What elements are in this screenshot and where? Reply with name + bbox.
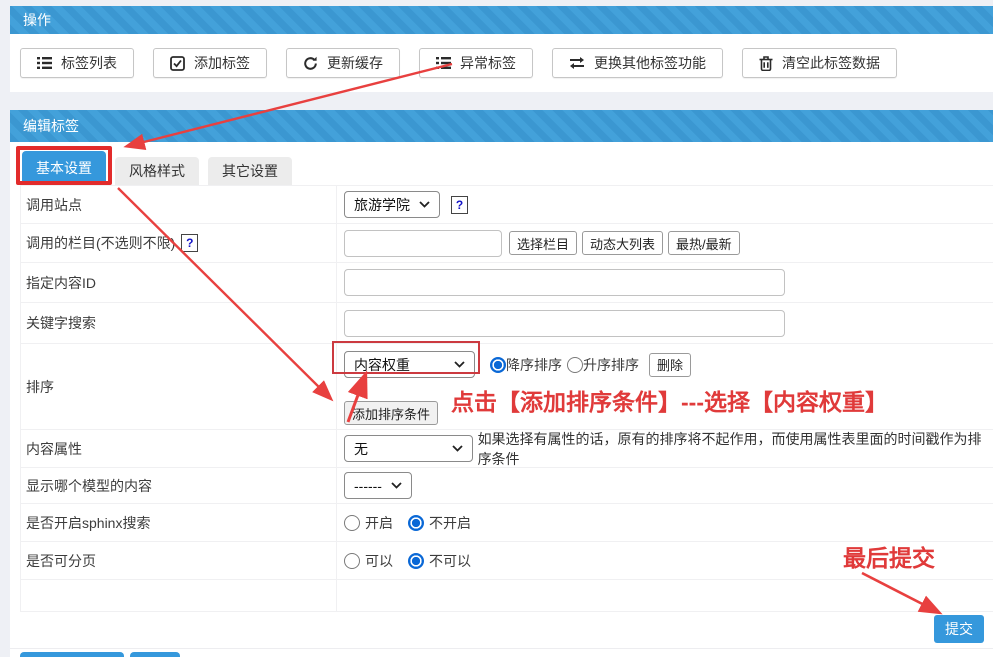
- sphinx-label: 是否开启sphinx搜索: [26, 513, 150, 533]
- refresh-cache-button[interactable]: 更新缓存: [286, 48, 400, 78]
- submit-button[interactable]: 提交: [934, 615, 984, 643]
- add-sort-condition-button[interactable]: 添加排序条件: [344, 401, 438, 425]
- clear-tag-data-button[interactable]: 清空此标签数据: [742, 48, 897, 78]
- sort-asc-label: 升序排序: [583, 355, 639, 375]
- tag-list-button[interactable]: 标签列表: [20, 48, 134, 78]
- row-content-id: 指定内容ID: [21, 263, 993, 303]
- attribute-select-value: 无: [354, 439, 368, 459]
- abnormal-tags-button[interactable]: 异常标签: [419, 48, 533, 78]
- row-model: 显示哪个模型的内容 ------: [21, 468, 993, 504]
- operation-toolbar: 标签列表 添加标签 更新缓存 异常标签 更换其他标签功能 清空此标签数据: [10, 34, 993, 92]
- site-select-value: 旅游学院: [354, 195, 410, 215]
- row-empty: [21, 580, 993, 612]
- chevron-down-icon: [391, 482, 402, 489]
- operation-panel-header: 操作: [10, 6, 993, 34]
- row-attribute: 内容属性 无 如果选择有属性的话，原有的排序将不起作用，而使用属性表里面的时间戳…: [21, 430, 993, 468]
- add-sort-condition-label: 添加排序条件: [352, 404, 430, 423]
- row-paging: 是否可分页 可以 不可以: [21, 542, 993, 580]
- paging-yes-label: 可以: [365, 551, 393, 571]
- select-category-label: 选择栏目: [517, 234, 569, 253]
- model-select[interactable]: ------: [344, 472, 412, 499]
- sort-field-value: 内容权重: [354, 355, 410, 375]
- tag-list-label: 标签列表: [61, 53, 117, 73]
- select-category-button[interactable]: 选择栏目: [509, 231, 577, 255]
- category-input[interactable]: [344, 230, 502, 257]
- operation-panel-title: 操作: [23, 12, 51, 28]
- list-icon: [436, 56, 451, 70]
- keyword-label: 关键字搜索: [26, 313, 96, 333]
- hot-new-button[interactable]: 最热/最新: [668, 231, 740, 255]
- partial-button-left[interactable]: [20, 652, 124, 657]
- row-sort: 排序 内容权重 降序排序 升序排序 删除 添加排序条件: [21, 344, 993, 430]
- swap-icon: [569, 56, 585, 70]
- row-sphinx: 是否开启sphinx搜索 开启 不开启: [21, 504, 993, 542]
- add-tag-button[interactable]: 添加标签: [153, 48, 267, 78]
- sort-field-select[interactable]: 内容权重: [344, 351, 475, 378]
- dynamic-list-label: 动态大列表: [590, 234, 655, 253]
- refresh-icon: [303, 56, 318, 71]
- attribute-note: 如果选择有属性的话，原有的排序将不起作用，而使用属性表里面的时间戳作为排序条件: [478, 429, 993, 469]
- row-category: 调用的栏目(不选则不限) ? 选择栏目 动态大列表 最热/最新: [21, 224, 993, 263]
- content-id-input[interactable]: [344, 269, 785, 296]
- hot-new-label: 最热/最新: [676, 234, 732, 253]
- abnormal-tags-label: 异常标签: [460, 53, 516, 73]
- switch-tag-function-label: 更换其他标签功能: [594, 53, 706, 73]
- sort-desc-label: 降序排序: [506, 355, 562, 375]
- trash-icon: [759, 56, 773, 71]
- add-tag-label: 添加标签: [194, 53, 250, 73]
- paging-yes-radio[interactable]: [344, 553, 360, 569]
- tab-style[interactable]: 风格样式: [115, 157, 199, 185]
- tab-style-label: 风格样式: [129, 161, 185, 181]
- divider: [10, 648, 993, 649]
- tab-basic-settings-label: 基本设置: [36, 158, 92, 178]
- attribute-select[interactable]: 无: [344, 435, 473, 462]
- submit-button-label: 提交: [945, 619, 973, 639]
- chevron-down-icon: [454, 361, 465, 368]
- tab-other-settings-label: 其它设置: [222, 161, 278, 181]
- tab-bar: 基本设置 风格样式 其它设置: [22, 143, 292, 185]
- partial-button-right[interactable]: [130, 652, 180, 657]
- edit-tag-form: 调用站点 旅游学院 ? 调用的栏目(不选则不限) ? 选择栏目 动态大列表 最热…: [20, 185, 993, 612]
- delete-sort-button[interactable]: 删除: [649, 353, 691, 377]
- page: 操作 标签列表 添加标签 更新缓存 异常标签 更换其他标签功能 清空此标签数据: [0, 0, 993, 657]
- help-icon[interactable]: ?: [451, 196, 468, 214]
- edit-panel-title: 编辑标签: [23, 118, 79, 134]
- row-keyword: 关键字搜索: [21, 303, 993, 344]
- tab-other-settings[interactable]: 其它设置: [208, 157, 292, 185]
- attribute-label: 内容属性: [26, 439, 82, 459]
- model-label: 显示哪个模型的内容: [26, 476, 152, 496]
- category-label: 调用的栏目(不选则不限): [26, 233, 175, 253]
- clear-tag-data-label: 清空此标签数据: [782, 53, 880, 73]
- site-label: 调用站点: [26, 195, 82, 215]
- paging-label: 是否可分页: [26, 551, 96, 571]
- sort-desc-radio[interactable]: [490, 357, 506, 373]
- tab-basic-settings[interactable]: 基本设置: [22, 151, 106, 185]
- sphinx-off-label: 不开启: [429, 513, 471, 533]
- delete-sort-label: 删除: [657, 355, 683, 374]
- content-id-label: 指定内容ID: [26, 273, 96, 293]
- sphinx-on-label: 开启: [365, 513, 393, 533]
- chevron-down-icon: [419, 201, 430, 208]
- paging-no-radio[interactable]: [408, 553, 424, 569]
- sphinx-on-radio[interactable]: [344, 515, 360, 531]
- checkbox-icon: [170, 56, 185, 71]
- switch-tag-function-button[interactable]: 更换其他标签功能: [552, 48, 723, 78]
- paging-no-label: 不可以: [429, 551, 471, 571]
- keyword-input[interactable]: [344, 310, 785, 337]
- dynamic-list-button[interactable]: 动态大列表: [582, 231, 663, 255]
- model-select-value: ------: [354, 478, 382, 494]
- sphinx-off-radio[interactable]: [408, 515, 424, 531]
- help-icon[interactable]: ?: [181, 234, 198, 252]
- chevron-down-icon: [452, 445, 463, 452]
- site-select[interactable]: 旅游学院: [344, 191, 440, 218]
- row-site: 调用站点 旅游学院 ?: [21, 186, 993, 224]
- sort-label: 排序: [26, 377, 54, 397]
- sort-asc-radio[interactable]: [567, 357, 583, 373]
- edit-panel-header: 编辑标签: [10, 110, 993, 142]
- refresh-cache-label: 更新缓存: [327, 53, 383, 73]
- list-icon: [37, 56, 52, 70]
- sort-condition-line: 内容权重 降序排序 升序排序 删除: [344, 351, 691, 378]
